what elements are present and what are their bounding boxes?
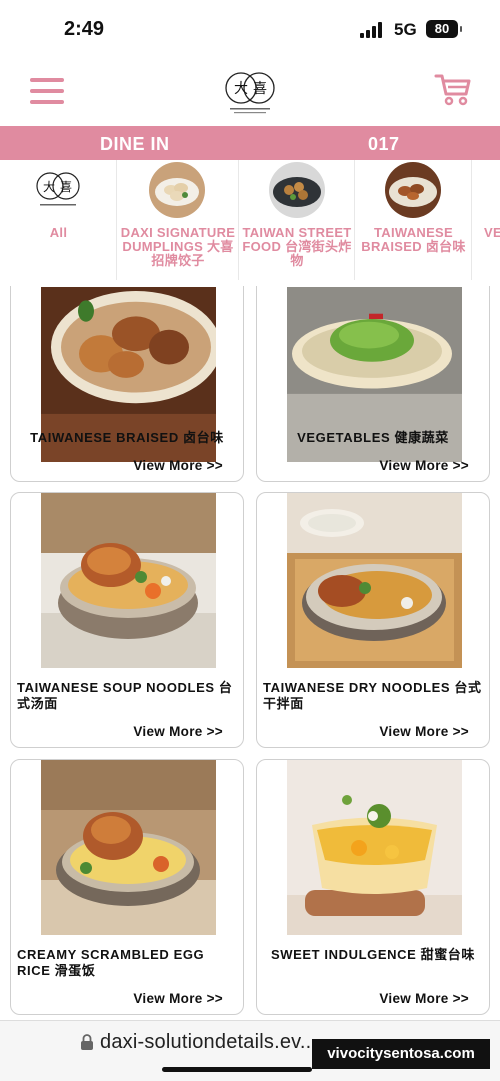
svg-text:大: 大 [234, 81, 248, 97]
view-more-link[interactable]: View More >> [379, 458, 469, 473]
hamburger-icon[interactable] [30, 78, 64, 104]
menu-item-title: TAIWANESE BRAISED 卤台味 [30, 430, 224, 445]
menu-card[interactable]: TAIWANESE SOUP NOODLES 台式汤面 View More >> [10, 492, 244, 748]
menu-card[interactable]: CREAMY SCRAMBLED EGG RICE 滑蛋饭 View More … [10, 759, 244, 1015]
category-dumplings[interactable]: DAXI SIGNATURE DUMPLINGS 大喜招牌饺子 [117, 160, 239, 286]
menu-card[interactable]: VEGETABLES 健康蔬菜 View More >> [256, 286, 490, 482]
status-bar: 2:49 5G 80 [0, 0, 500, 56]
daxi-logo-thumb: 大 喜 [30, 162, 86, 218]
browser-url-bar[interactable]: daxi-solutiondetails.ev... vivocitysento… [0, 1020, 500, 1081]
svg-text:大: 大 [43, 180, 55, 194]
dessert-image [287, 760, 462, 935]
category-label: DAXI SIGNATURE DUMPLINGS 大喜招牌饺子 [120, 225, 236, 268]
lock-icon [81, 1034, 93, 1050]
view-more-link[interactable]: View More >> [379, 724, 469, 739]
category-all[interactable]: 大 喜 All [0, 160, 117, 286]
signal-icon [360, 22, 386, 38]
status-time: 2:49 [64, 18, 105, 40]
battery-level: 80 [434, 21, 450, 36]
dry-noodles-image [287, 493, 462, 668]
dine-mode: DINE IN [100, 134, 170, 154]
category-label: All [49, 225, 68, 240]
category-bar: 大 喜 All DAXI SIGNATURE DUMPLINGS 大喜招牌饺子 … [0, 160, 500, 286]
daxi-logo: 大 喜 [225, 72, 275, 114]
menu-card[interactable]: SWEET INDULGENCE 甜蜜台味 View More >> [256, 759, 490, 1015]
menu-item-title: TAIWANESE SOUP NOODLES 台式汤面 [17, 680, 233, 711]
menu-card[interactable]: TAIWANESE BRAISED 卤台味 View More >> [10, 286, 244, 482]
view-more-link[interactable]: View More >> [133, 991, 223, 1006]
url-text[interactable]: daxi-solutiondetails.ev... [100, 1031, 317, 1054]
view-more-link[interactable]: View More >> [133, 724, 223, 739]
menu-grid: TAIWANESE BRAISED 卤台味 View More >> VEGET… [0, 286, 500, 1020]
svg-text:喜: 喜 [60, 180, 72, 194]
menu-item-title: CREAMY SCRAMBLED EGG RICE 滑蛋饭 [17, 947, 205, 978]
network-type: 5G [394, 20, 417, 39]
menu-item-title: VEGETABLES 健康蔬菜 [297, 430, 449, 445]
home-indicator [162, 1067, 312, 1072]
category-street-food[interactable]: TAIWAN STREET FOOD 台湾街头炸物 [239, 160, 355, 286]
category-label: TAIWAN STREET FOOD 台湾街头炸物 [242, 225, 352, 268]
cart-icon[interactable] [434, 72, 472, 106]
menu-card[interactable]: TAIWANESE DRY NOODLES 台式干拌面 View More >> [256, 492, 490, 748]
table-number: 017 [368, 134, 400, 154]
view-more-link[interactable]: View More >> [379, 991, 469, 1006]
dine-info-bar: DINE IN 017 [0, 126, 500, 160]
soup-noodles-image [41, 493, 216, 668]
watermark: vivocitysentosa.com [312, 1039, 490, 1069]
app-header: 大 喜 [0, 56, 500, 126]
dumplings-thumb [149, 162, 205, 218]
category-vegetables[interactable]: VE [472, 160, 500, 286]
view-more-link[interactable]: View More >> [133, 458, 223, 473]
braised-thumb [385, 162, 441, 218]
battery-icon: 80 [426, 20, 462, 38]
menu-item-title: TAIWANESE DRY NOODLES 台式干拌面 [263, 680, 482, 711]
category-label: VE [484, 225, 500, 240]
egg-rice-image [41, 760, 216, 935]
street-food-thumb [269, 162, 325, 218]
category-label: TAIWANESE BRAISED 卤台味 [361, 225, 466, 254]
category-braised[interactable]: TAIWANESE BRAISED 卤台味 [355, 160, 472, 286]
svg-text:喜: 喜 [253, 81, 267, 97]
menu-item-title: SWEET INDULGENCE 甜蜜台味 [271, 947, 475, 962]
